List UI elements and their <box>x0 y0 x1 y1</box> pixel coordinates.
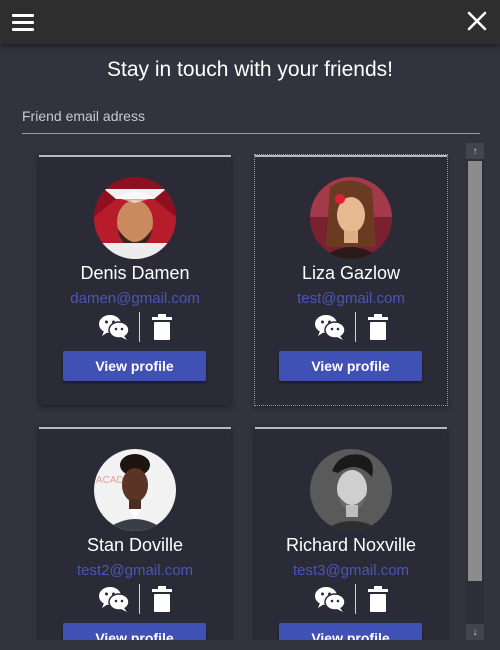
trash-icon[interactable] <box>151 585 172 612</box>
top-app-bar <box>0 0 500 44</box>
wechat-chat-icon[interactable] <box>98 586 129 612</box>
view-profile-button[interactable]: View profile <box>63 351 206 381</box>
friend-email-link[interactable]: test@gmail.com <box>255 290 447 307</box>
page-title: Stay in touch with your friends! <box>107 58 393 81</box>
trash-icon[interactable] <box>151 313 172 340</box>
close-icon[interactable] <box>466 10 488 32</box>
scrollbar-thumb[interactable] <box>468 161 482 581</box>
friend-name: Stan Doville <box>86 535 184 555</box>
trash-icon[interactable] <box>367 313 388 340</box>
friend-name: Denis Damen <box>80 263 190 283</box>
view-profile-button[interactable]: View profile <box>63 623 206 640</box>
card-actions <box>39 310 231 343</box>
friend-email-link[interactable]: test2@gmail.com <box>39 562 231 579</box>
friend-email-link[interactable]: test3@gmail.com <box>255 562 447 579</box>
avatar <box>310 177 392 259</box>
card-actions <box>255 310 447 343</box>
friend-email-link[interactable]: damen@gmail.com <box>39 290 231 307</box>
trash-icon[interactable] <box>367 585 388 612</box>
friend-card: Liza Gazlow test@gmail.com View profile <box>254 154 448 406</box>
wechat-chat-icon[interactable] <box>98 314 129 340</box>
friend-name: Richard Noxville <box>285 535 417 555</box>
scrollbar[interactable]: ↑ ↓ <box>466 143 484 640</box>
card-actions <box>39 582 231 615</box>
friend-name: Liza Gazlow <box>301 263 401 283</box>
friends-grid: Denis Damen damen@gmail.com View profile <box>0 138 460 640</box>
friend-email-field[interactable] <box>22 108 480 134</box>
actions-divider <box>138 583 140 614</box>
scroll-up-arrow-icon[interactable]: ↑ <box>466 143 484 159</box>
wechat-chat-icon[interactable] <box>314 314 345 340</box>
avatar <box>310 449 392 531</box>
scroll-down-arrow-icon[interactable]: ↓ <box>466 624 484 640</box>
card-actions <box>255 582 447 615</box>
friend-card: ACADE Stan Doville test2@gmail.com View … <box>39 427 231 640</box>
avatar <box>94 177 176 259</box>
actions-divider <box>354 311 356 342</box>
avatar: ACADE <box>94 449 176 531</box>
friend-email-input[interactable] <box>22 108 480 124</box>
view-profile-button[interactable]: View profile <box>279 623 422 640</box>
hamburger-menu-icon[interactable] <box>12 14 34 31</box>
actions-divider <box>354 583 356 614</box>
friend-card: Denis Damen damen@gmail.com View profile <box>39 155 231 405</box>
friend-card: Richard Noxville test3@gmail.com View pr… <box>255 427 447 640</box>
actions-divider <box>138 311 140 342</box>
wechat-chat-icon[interactable] <box>314 586 345 612</box>
view-profile-button[interactable]: View profile <box>279 351 422 381</box>
